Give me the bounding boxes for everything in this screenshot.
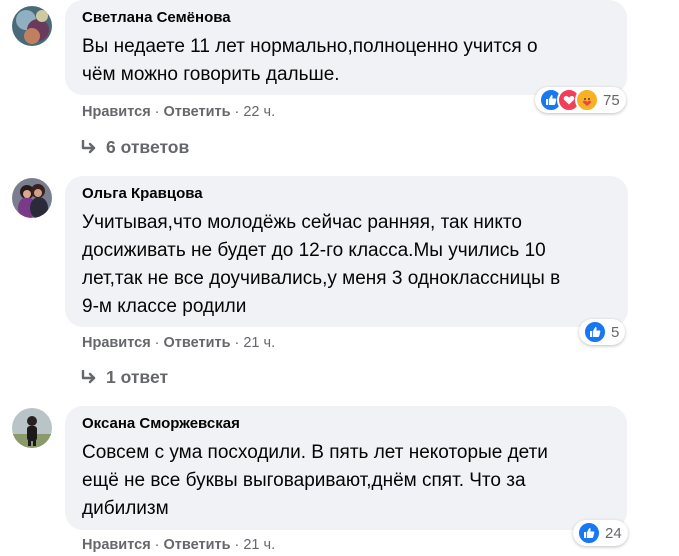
view-replies-link[interactable]: 1 ответ [80,367,168,388]
comment-author[interactable]: Светлана Семёнова [82,9,231,26]
reply-link[interactable]: Ответить [164,537,231,553]
reaction-count: 75 [603,91,620,109]
comment-author[interactable]: Оксана Сморжевская [82,415,240,432]
comment-bubble: Светлана Семёнова Вы недаете 11 лет норм… [65,0,627,95]
reactions-summary[interactable]: 24 [573,520,628,546]
separator-dot: · [154,104,160,120]
like-link[interactable]: Нравится [82,104,151,120]
reply-link[interactable]: Ответить [164,104,231,120]
separator-dot: · [234,104,240,120]
comment-text-line: 9-м классе родили [82,296,247,317]
separator-dot: · [234,335,240,351]
separator-dot: · [234,537,240,553]
view-replies-link[interactable]: 6 ответов [80,137,189,158]
comment-text-line: Вы недаете 11 лет нормально,полноценно у… [82,36,538,57]
comment-actions: Нравится · Ответить · 21 ч. [82,537,275,553]
reactions-summary[interactable]: 5 [579,319,626,345]
like-link[interactable]: Нравится [82,537,151,553]
comment-text-line: чём можно говорить дальше. [82,64,340,85]
comment-text-line: досиживать не будет до 12-го класса.Мы у… [82,240,546,261]
comment-actions: Нравится · Ответить · 22 ч. [82,104,275,120]
timestamp[interactable]: 21 ч. [243,335,275,351]
reply-arrow-icon [81,369,96,383]
reaction-count: 24 [605,524,622,542]
comment-text-line: ещё не все буквы выговаривают,днём спят.… [82,470,526,491]
timestamp[interactable]: 21 ч. [243,537,275,553]
reply-arrow-icon [81,139,96,153]
avatar[interactable] [12,178,52,218]
like-link[interactable]: Нравится [82,335,151,351]
avatar[interactable] [12,408,52,448]
comment-bubble: Ольга Кравцова Учитывая,что молодёжь сей… [65,176,628,327]
reply-link[interactable]: Ответить [164,335,231,351]
comment-actions: Нравится · Ответить · 21 ч. [82,335,275,351]
comment-text-line: Совсем с ума посходили. В пять лет некот… [82,442,548,463]
timestamp[interactable]: 22 ч. [243,104,275,120]
like-reaction-icon [583,320,607,344]
replies-label: 6 ответов [106,137,190,157]
separator-dot: · [154,537,160,553]
separator-dot: · [154,335,160,351]
comment-text-line: дибилизм [82,498,169,519]
reaction-count: 5 [611,323,620,341]
comment-author[interactable]: Ольга Кравцова [82,185,203,202]
comment-bubble: Оксана Сморжевская Совсем с ума посходил… [65,406,627,530]
care-reaction-icon [575,88,599,112]
like-reaction-icon [577,521,601,545]
avatar[interactable] [12,6,52,46]
comment-text-line: лет,так не все доучивались,у меня 3 одно… [82,268,561,289]
replies-label: 1 ответ [106,367,169,387]
comment-text-line: Учитывая,что молодёжь сейчас ранняя, так… [82,212,522,233]
reactions-summary[interactable]: 75 [535,87,626,113]
